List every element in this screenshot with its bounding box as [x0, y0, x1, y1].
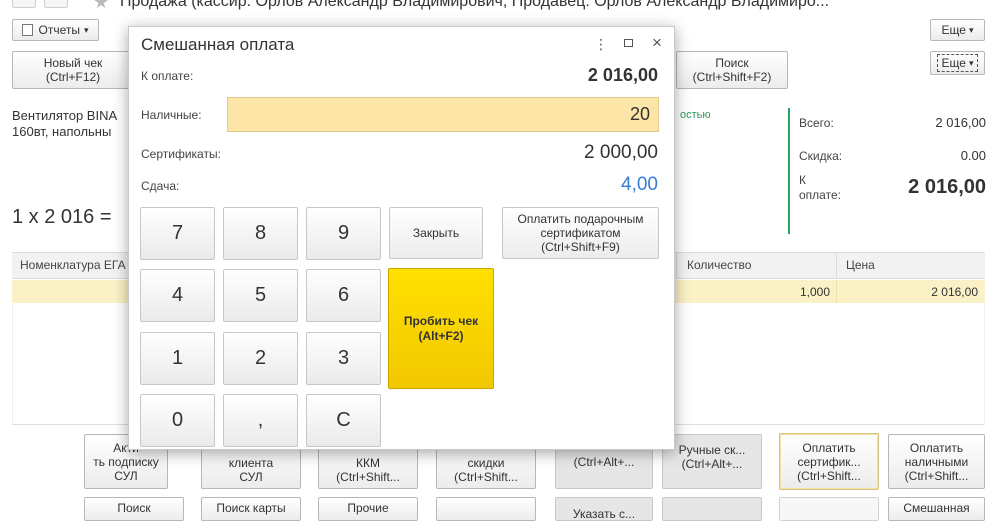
reports-label: Отчеты — [38, 23, 80, 37]
green-note: остью — [680, 109, 711, 121]
key-comma[interactable]: , — [223, 394, 298, 447]
change-label: Сдача: — [141, 179, 180, 193]
favorite-star-icon[interactable]: ★ — [93, 0, 109, 13]
due-value: 2 016,00 — [587, 65, 658, 85]
close-button[interactable]: Закрыть — [389, 207, 483, 259]
search-button[interactable]: Поиск (Ctrl+Shift+F2) — [676, 51, 788, 89]
more2-label: Еще — [941, 56, 966, 70]
key-2[interactable]: 2 — [223, 332, 298, 385]
due-label: К оплате: — [141, 69, 194, 83]
dialog-title: Смешанная оплата — [141, 35, 295, 54]
specify-button[interactable]: Указать с... — [555, 497, 653, 521]
key-0[interactable]: 0 — [140, 394, 215, 447]
key-7[interactable]: 7 — [140, 207, 215, 260]
forward-button[interactable] — [44, 0, 68, 8]
key-3[interactable]: 3 — [306, 332, 381, 385]
change-value: 4,00 — [621, 174, 658, 195]
product-name: Вентилятор BINA 160вт, напольны — [12, 108, 118, 139]
new-check-button[interactable]: Новый чек (Ctrl+F12) — [12, 51, 134, 89]
total-value: 2 016,00 — [935, 115, 986, 130]
key-8[interactable]: 8 — [223, 207, 298, 260]
search-card-button[interactable]: Поиск карты — [201, 497, 301, 521]
empty-button-1[interactable] — [436, 497, 536, 521]
close-icon[interactable]: × — [648, 33, 666, 53]
summary-divider — [788, 108, 790, 234]
print-check-button[interactable]: Пробить чек (Alt+F2) — [388, 268, 494, 389]
key-1[interactable]: 1 — [140, 332, 215, 385]
key-5[interactable]: 5 — [223, 269, 298, 322]
mixed-pay-button[interactable]: Смешанная — [888, 497, 985, 521]
key-6[interactable]: 6 — [306, 269, 381, 322]
back-button[interactable] — [12, 0, 36, 8]
manual-discount-button[interactable]: Ручные ск... (Ctrl+Alt+... — [662, 434, 762, 489]
reports-icon — [22, 24, 34, 36]
window-titlebar: ★ Продажа (кассир: Орлов Александр Влади… — [0, 0, 997, 14]
due-value: 2 016,00 — [908, 176, 986, 198]
search-bottom-button[interactable]: Поиск — [84, 497, 184, 521]
other-button[interactable]: Прочие — [318, 497, 418, 521]
qty-price-line: 1 x 2 016 = — [12, 206, 112, 228]
cash-label: Наличные: — [141, 108, 202, 122]
focus-frame: Еще ▾ — [936, 54, 979, 72]
column-separator — [836, 253, 837, 279]
row-qty: 1,000 — [799, 285, 830, 299]
more-button[interactable]: Еще ▾ — [930, 19, 985, 41]
column-separator — [836, 280, 837, 303]
pay-cash-button[interactable]: Оплатить наличными (Ctrl+Shift... — [888, 434, 985, 489]
chevron-down-icon: ▾ — [968, 25, 974, 35]
key-4[interactable]: 4 — [140, 269, 215, 322]
column-nomenclature[interactable]: Номенклатура ЕГА — [20, 258, 126, 272]
mixed-payment-dialog: Смешанная оплата ⋮ × К оплате: 2 016,00 … — [128, 26, 675, 450]
certificates-value: 2 000,00 — [584, 142, 658, 163]
more-vert-icon[interactable]: ⋮ — [592, 36, 610, 53]
chevron-down-icon: ▾ — [83, 25, 89, 35]
key-clear[interactable]: C — [306, 394, 381, 447]
due-label: К оплате: — [799, 173, 841, 202]
column-quantity[interactable]: Количество — [687, 258, 751, 272]
column-price[interactable]: Цена — [846, 258, 875, 272]
discount-label: Скидка: — [799, 149, 843, 163]
discount-value: 0.00 — [960, 148, 986, 163]
total-label: Всего: — [799, 116, 834, 130]
cash-input[interactable]: 20 — [227, 97, 659, 132]
empty-button-2[interactable] — [662, 497, 762, 521]
pay-certificate-button[interactable]: Оплатить сертифик... (Ctrl+Shift... — [779, 433, 879, 490]
chevron-down-icon: ▾ — [968, 58, 974, 68]
column-separator — [676, 253, 677, 279]
window-title: Продажа (кассир: Орлов Александр Владими… — [120, 0, 830, 10]
key-9[interactable]: 9 — [306, 207, 381, 260]
more-button-2[interactable]: Еще ▾ — [930, 51, 985, 75]
pay-gift-certificate-button[interactable]: Оплатить подарочным сертификатом (Ctrl+S… — [502, 207, 659, 259]
row-price: 2 016,00 — [931, 285, 978, 299]
certificates-label: Сертификаты: — [141, 147, 221, 161]
empty-button-3[interactable] — [779, 497, 879, 521]
maximize-icon[interactable] — [624, 39, 633, 47]
reports-button[interactable]: Отчеты ▾ — [12, 19, 99, 41]
more-label: Еще — [941, 23, 966, 37]
